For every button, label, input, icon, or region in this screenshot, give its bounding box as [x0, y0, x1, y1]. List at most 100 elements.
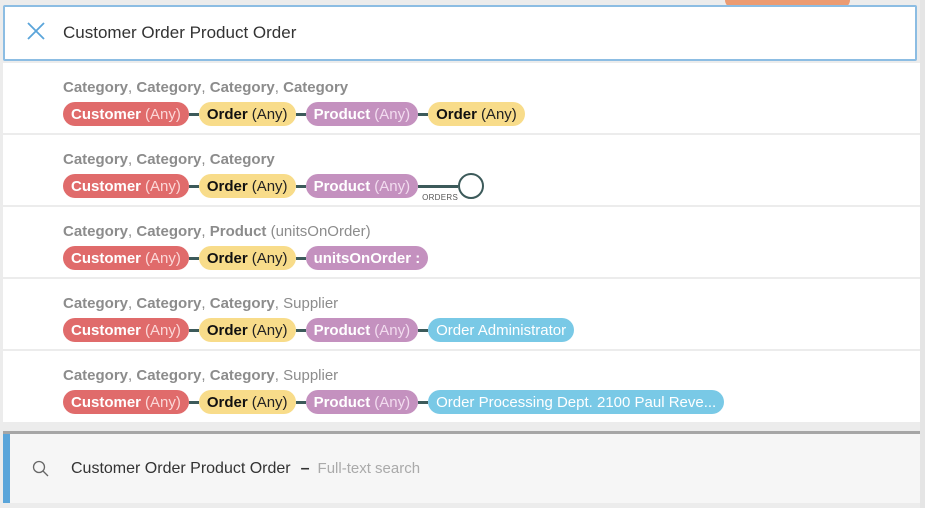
category-name: Category	[209, 367, 275, 384]
category-name: Category	[136, 367, 202, 384]
fulltext-label: Full-text search	[317, 460, 421, 477]
node-pill-customer[interactable]: Customer (Any)	[63, 246, 189, 270]
category-name: Category	[63, 367, 129, 384]
clear-search-button[interactable]	[21, 18, 51, 48]
connector-line	[295, 328, 306, 332]
node-label: Product	[313, 177, 371, 195]
node-label: Product	[313, 105, 371, 123]
category-name: Category	[63, 79, 129, 96]
connector-line	[295, 400, 306, 404]
category-separator: ,	[274, 295, 284, 312]
node-pill-customer[interactable]: Customer (Any)	[63, 174, 189, 198]
node-pill-order[interactable]: Order (Any)	[198, 390, 296, 414]
node-label: Order	[206, 105, 248, 123]
node-qualifier: (Any)	[374, 393, 411, 411]
category-path: Category, Category, Category	[63, 151, 920, 169]
node-qualifier: (Any)	[145, 177, 181, 195]
suggestion-list: Category, Category, Category, Category Cu…	[3, 63, 920, 422]
node-label: unitsOnOrder :	[313, 249, 421, 267]
category-path: Category, Category, Category, Category	[63, 79, 920, 97]
connector-line	[188, 256, 199, 260]
category-path: Category, Category, Category, Supplier	[63, 295, 920, 313]
relation-label: ORDERS	[422, 192, 459, 202]
category-name: Category	[136, 151, 202, 168]
node-qualifier: (Any)	[251, 393, 288, 411]
query-path: Customer (Any) Order (Any) Product (Any) ORDER…	[63, 173, 920, 202]
fulltext-search-option[interactable]: Customer Order Product Order – Full-text…	[3, 431, 920, 503]
connector-line	[418, 112, 429, 116]
suggestion-item[interactable]: Category, Category, Category, Supplier Cu…	[3, 279, 920, 351]
category-separator: ,	[274, 367, 284, 384]
category-separator: ,	[201, 151, 210, 168]
category-attribute: Supplier	[283, 367, 339, 384]
node-qualifier: (Any)	[145, 249, 181, 267]
node-pill-product[interactable]: Product (Any)	[305, 390, 419, 414]
selection-indicator	[3, 434, 10, 503]
node-qualifier: (Any)	[145, 393, 181, 411]
connector-line	[188, 328, 199, 332]
query-path: Customer (Any) Order (Any) Product (Any) Order…	[63, 389, 920, 415]
query-path: Customer (Any) Order (Any) Product (Any) Order…	[63, 317, 920, 343]
relation-edge: ORDERS	[418, 184, 459, 202]
suggestion-item[interactable]: Category, Category, Category, Category Cu…	[3, 63, 920, 135]
node-pill-customer[interactable]: Customer (Any)	[63, 390, 189, 414]
category-separator: ,	[201, 367, 210, 384]
connector-line	[188, 184, 199, 188]
node-label: Order	[206, 321, 248, 339]
node-pill-customer[interactable]: Customer (Any)	[63, 318, 189, 342]
node-label: Order	[436, 105, 477, 123]
category-name: Category	[209, 295, 275, 312]
node-qualifier: (Any)	[145, 105, 181, 123]
node-label: Customer	[71, 177, 142, 195]
empty-node-circle[interactable]	[458, 173, 485, 199]
category-name: Category	[209, 79, 275, 96]
scrollbar-track[interactable]	[920, 0, 925, 508]
category-name: Category	[136, 79, 202, 96]
node-qualifier: (Any)	[480, 105, 517, 123]
category-separator: ,	[274, 79, 284, 96]
node-qualifier: Order Administrator	[436, 321, 567, 339]
node-pill-customer[interactable]: Customer (Any)	[63, 102, 189, 126]
search-icon	[31, 459, 51, 479]
node-qualifier: (Any)	[251, 105, 288, 123]
node-label: Customer	[71, 105, 142, 123]
category-name: Category	[63, 295, 129, 312]
category-name: Category	[63, 223, 129, 240]
node-pill-order[interactable]: Order (Any)	[198, 102, 296, 126]
node-qualifier: Order Processing Dept. 2100 Paul Reve...	[436, 393, 717, 411]
node-qualifier: (Any)	[251, 177, 288, 195]
suggestion-item[interactable]: Category, Category, Category, Supplier Cu…	[3, 351, 920, 422]
node-label: Order	[206, 177, 248, 195]
node-label: Product	[313, 321, 371, 339]
node-label: Customer	[71, 393, 142, 411]
search-box[interactable]: Customer Order Product Order	[3, 5, 917, 61]
node-pill-product[interactable]: Product (Any)	[305, 102, 419, 126]
category-path: Category, Category, Product (unitsOnOrde…	[63, 223, 920, 241]
category-attribute: Supplier	[283, 295, 339, 312]
node-label: Customer	[71, 249, 142, 267]
node-qualifier: (Any)	[374, 177, 411, 195]
node-pill-supplier[interactable]: Order Administrator	[428, 318, 575, 342]
category-separator: ,	[201, 223, 210, 240]
node-pill-product[interactable]: unitsOnOrder :	[305, 246, 429, 270]
node-qualifier: (Any)	[251, 249, 288, 267]
node-pill-order[interactable]: Order (Any)	[198, 246, 296, 270]
category-name: Product	[209, 223, 267, 240]
node-pill-product[interactable]: Product (Any)	[305, 174, 419, 198]
node-pill-order[interactable]: Order (Any)	[198, 318, 296, 342]
category-name: Category	[136, 223, 202, 240]
node-label: Customer	[71, 321, 142, 339]
node-pill-order[interactable]: Order (Any)	[428, 102, 525, 126]
connector-line	[295, 112, 306, 116]
node-pill-order[interactable]: Order (Any)	[198, 174, 296, 198]
node-label: Product	[313, 393, 371, 411]
node-pill-supplier[interactable]: Order Processing Dept. 2100 Paul Reve...	[428, 390, 725, 414]
search-input[interactable]: Customer Order Product Order	[63, 23, 296, 43]
connector-line	[188, 400, 199, 404]
node-pill-product[interactable]: Product (Any)	[305, 318, 419, 342]
suggestion-item[interactable]: Category, Category, Product (unitsOnOrde…	[3, 207, 920, 279]
query-path: Customer (Any) Order (Any) unitsOnOrder :	[63, 245, 920, 271]
suggestion-item[interactable]: Category, Category, Category Customer (Any…	[3, 135, 920, 207]
connector-line	[188, 112, 199, 116]
separator: –	[300, 459, 310, 477]
